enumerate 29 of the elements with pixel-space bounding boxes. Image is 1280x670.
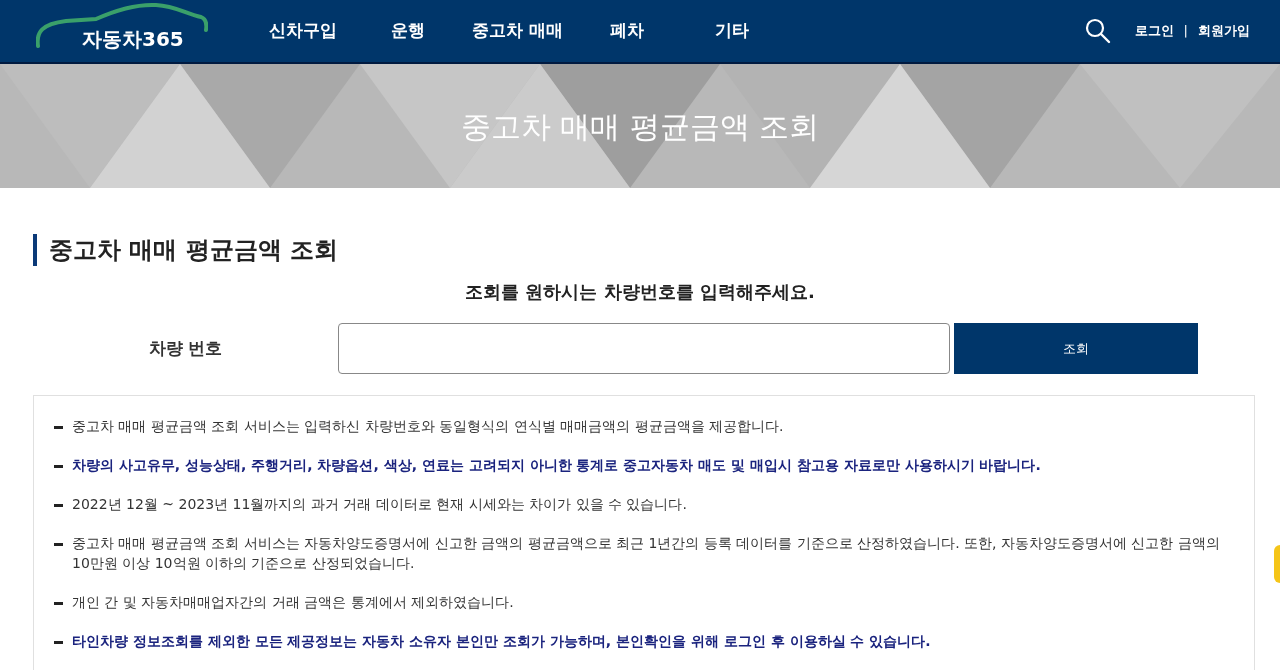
plate-number-field[interactable] (338, 323, 950, 374)
section-title: 중고차 매매 평균금액 조회 (33, 234, 1247, 266)
bullet-icon (54, 543, 63, 546)
notice-text: 타인차량 정보조회를 제외한 모든 제공정보는 자동차 소유자 본인만 조회가 가능하며, 본인확인을 위해 로그인 후 이용하실 수 있습니다. (72, 632, 931, 651)
search-prompt: 조회를 원하시는 차량번호를 입력해주세요. (464, 280, 816, 304)
bullet-icon (54, 602, 63, 605)
field-label: 차량 번호 (147, 336, 224, 360)
notice-text: 개인 간 및 자동차매매업자간의 거래 금액은 통계에서 제외하였습니다. (72, 593, 514, 612)
car-outline-icon (36, 2, 208, 48)
banner-title: 중고차 매매 평균금액 조회 (460, 107, 820, 146)
notice-text: 중고차 매매 평균금액 조회 서비스는 자동차양도증명서에 신고한 금액의 평균금액으로 최근 1년간의 등록 데이터를 기준으로 산정하였습니다. 또한, 자동차양도증명서에 신고한 금액의 10만원 이상 10억원 이하의 기준으로 산정되었습니다. (72, 534, 1221, 573)
notice-text: 2022년 12월 ~ 2023년 11월까지의 과거 거래 데이터로 현재 시세와는 차이가 있을 수 있습니다. (72, 495, 687, 514)
notice-text: 차량의 사고유무, 성능상태, 주행거리, 차량옵션, 색상, 연료는 고려되지 아니한 통계로 중고자동차 매도 및 매입시 참고용 자료로만 사용하시기 바랍니다. (72, 456, 1041, 475)
bullet-icon (54, 426, 63, 429)
search-icon[interactable] (1084, 18, 1111, 44)
login-link[interactable]: 로그인 (1134, 21, 1174, 41)
signup-link[interactable]: 회원가입 (1198, 21, 1250, 41)
link-separator: | (1183, 22, 1188, 41)
logo-text[interactable]: 자동차365 (82, 24, 184, 54)
bullet-icon (54, 504, 63, 507)
bullet-icon (54, 641, 63, 644)
notice-text: 중고차 매매 평균금액 조회 서비스는 입력하신 차량번호와 동일형식의 연식별 매매금액의 평균금액을 제공합니다. (72, 417, 784, 436)
search-button[interactable]: 조회 (954, 323, 1198, 374)
bullet-icon (54, 465, 63, 468)
nav-link[interactable]: 중고차 매매 (460, 18, 575, 44)
nav-link[interactable]: 운행 (355, 18, 460, 44)
nav-link[interactable]: 폐차 (574, 18, 680, 44)
nav-link[interactable]: 기타 (679, 18, 785, 44)
nav-link[interactable]: 신차구입 (250, 18, 355, 44)
